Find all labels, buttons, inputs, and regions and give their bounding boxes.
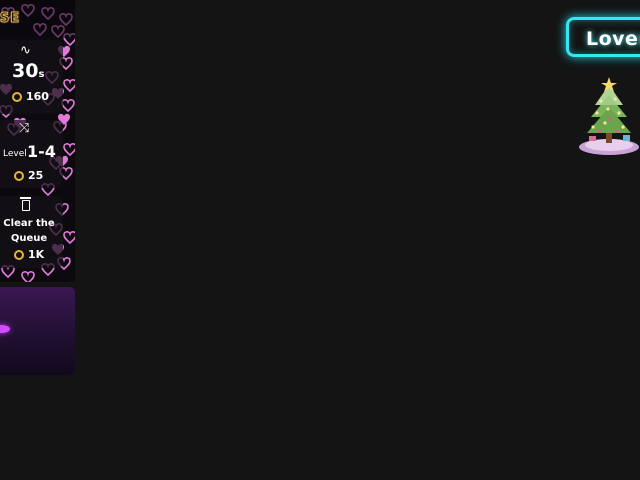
wave-icon: ∿	[20, 43, 31, 58]
panel-header: JSE	[0, 0, 75, 38]
clear-queue-price: 1K	[14, 248, 44, 261]
level-price: 25	[14, 169, 43, 182]
trash-icon	[20, 197, 31, 211]
brand-logo: JSE	[0, 11, 21, 27]
shuffle-icon: ⤨	[19, 121, 30, 136]
level-value: 1-4	[27, 142, 56, 161]
time-price: 160	[12, 90, 49, 103]
coin-icon	[14, 250, 24, 260]
lover-button[interactable]: Lover	[566, 17, 640, 57]
preview-panel	[0, 287, 75, 375]
powerup-panel: JSE ∿ 30s 160 ⤨ Level 1-4 25 Clear the Q…	[0, 0, 75, 282]
lover-button-label: Lover	[586, 28, 640, 50]
level-label: Level	[3, 149, 27, 159]
time-value: 30s	[12, 60, 45, 82]
clear-queue-label: Clear the Queue	[3, 218, 55, 244]
christmas-tree-icon[interactable]	[577, 75, 640, 159]
purple-blob	[0, 325, 10, 333]
coin-icon	[14, 171, 24, 181]
coin-icon	[12, 92, 22, 102]
